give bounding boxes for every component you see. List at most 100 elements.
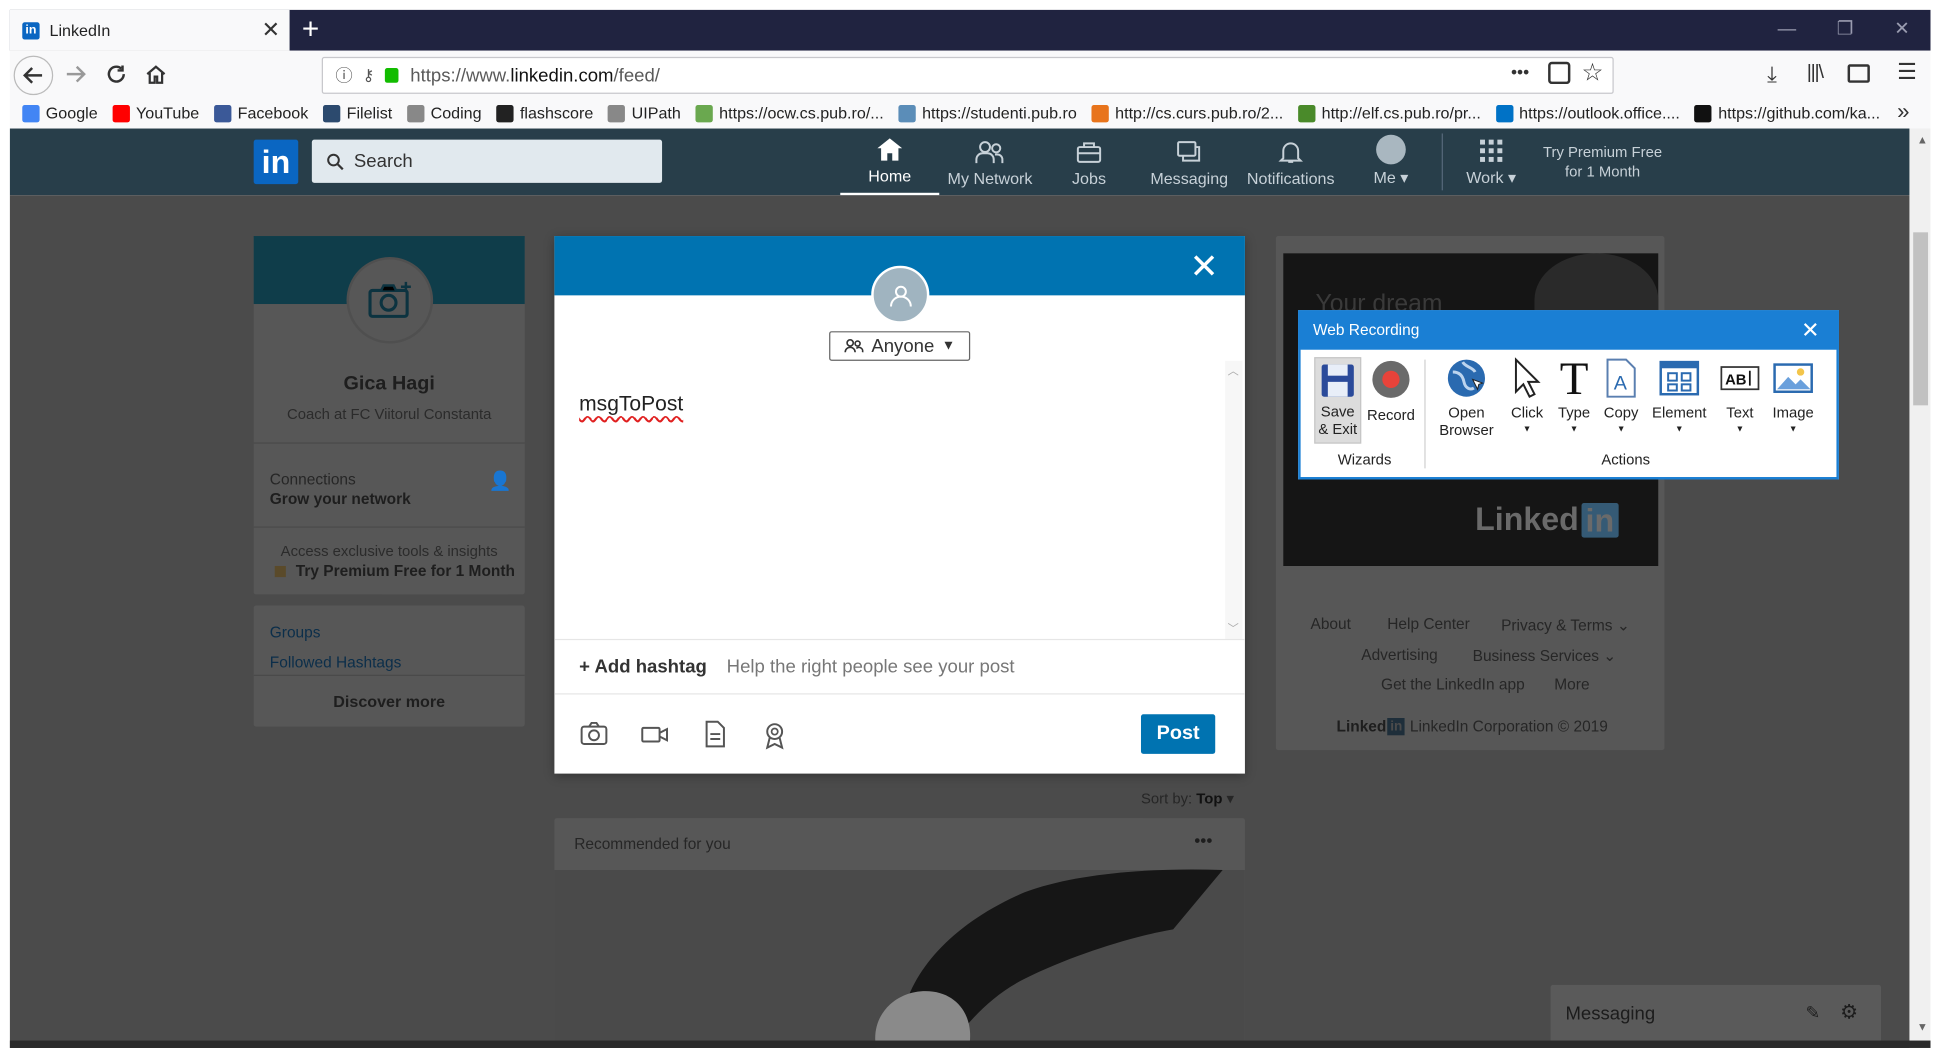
bookmark-item[interactable]: https://outlook.office.... xyxy=(1495,104,1680,122)
bookmark-item[interactable]: Facebook xyxy=(214,104,308,122)
info-icon[interactable]: ⓘ xyxy=(335,63,352,88)
more-options-icon[interactable]: ••• xyxy=(1194,830,1212,850)
bookmark-item[interactable]: Filelist xyxy=(323,104,392,122)
bookmark-favicon-icon xyxy=(1495,104,1513,122)
star-bookmark-icon[interactable]: ☆ xyxy=(1582,57,1604,88)
modal-close-icon[interactable]: ✕ xyxy=(1183,246,1225,288)
camera-icon[interactable] xyxy=(579,720,611,747)
bookmark-item[interactable]: Coding xyxy=(407,104,482,122)
forward-arrow-icon[interactable] xyxy=(56,51,96,98)
profile-name[interactable]: Gica Hagi xyxy=(254,373,525,395)
bookmarks-overflow-icon[interactable]: » xyxy=(1897,99,1909,125)
back-arrow-icon[interactable] xyxy=(13,55,54,96)
footer-more[interactable]: More xyxy=(1554,676,1589,693)
open-browser-button[interactable]: Open Browser xyxy=(1431,357,1503,439)
profile-photo[interactable] xyxy=(346,257,434,344)
premium-trial-link[interactable]: Try Premium Free for 1 Month xyxy=(1535,142,1671,182)
groups-link[interactable]: Groups xyxy=(270,624,321,641)
minimize-icon[interactable]: — xyxy=(1758,10,1815,51)
nav-messaging[interactable]: Messaging xyxy=(1145,129,1234,196)
web-recording-title: Web Recording xyxy=(1312,321,1420,339)
dropdown-caret-icon: ▼ xyxy=(1735,425,1745,434)
footer-about[interactable]: About xyxy=(1311,615,1351,632)
bookmark-item[interactable]: https://github.com/ka... xyxy=(1694,104,1880,122)
svg-text:AB: AB xyxy=(1725,372,1747,388)
element-button[interactable]: Element ▼ xyxy=(1648,357,1710,439)
add-person-icon[interactable]: 👤 xyxy=(489,470,512,492)
footer-advertising[interactable]: Advertising xyxy=(1361,646,1438,663)
avatar xyxy=(1376,134,1406,165)
nav-work[interactable]: Work ▾ xyxy=(1454,129,1528,196)
discover-more-link[interactable]: Discover more xyxy=(254,692,525,711)
copy-button[interactable]: A Copy ▼ xyxy=(1599,357,1644,439)
grid-apps-icon xyxy=(1480,139,1503,162)
url-bar[interactable]: ⓘ ⚷ https://www.linkedin.com/feed/ xyxy=(321,56,1614,94)
nav-me[interactable]: Me ▾ xyxy=(1359,129,1423,196)
composer-scrollbar[interactable] xyxy=(1225,360,1243,639)
footer-brand-in-icon: in xyxy=(1387,717,1405,736)
web-recording-close-icon[interactable]: ✕ xyxy=(1794,314,1826,346)
footer-business[interactable]: Business Services ⌄ xyxy=(1473,646,1617,665)
browser-tab[interactable]: in LinkedIn ✕ xyxy=(9,9,290,51)
visibility-dropdown[interactable]: Anyone ▼ xyxy=(829,331,971,361)
add-hashtag-button[interactable]: + Add hashtag xyxy=(579,656,707,677)
compose-message-icon[interactable]: ✎ xyxy=(1806,1002,1821,1023)
bookmark-item[interactable]: https://ocw.cs.pub.ro/... xyxy=(695,104,884,122)
bookmark-item[interactable]: http://cs.curs.pub.ro/2... xyxy=(1091,104,1283,122)
page-actions-icon[interactable]: ••• xyxy=(1511,62,1529,82)
composer-scroll-up-icon[interactable]: ︿ xyxy=(1228,362,1239,378)
bookmark-item[interactable]: YouTube xyxy=(112,104,199,122)
save-exit-button[interactable]: Save & Exit xyxy=(1314,357,1362,444)
linkedin-logo[interactable]: in xyxy=(253,139,299,185)
divider xyxy=(253,674,525,676)
hamburger-menu-icon[interactable]: ☰ xyxy=(1897,59,1917,85)
messaging-bar[interactable]: Messaging xyxy=(1550,984,1881,1042)
home-icon[interactable] xyxy=(136,51,176,98)
page-scrollbar-thumb[interactable] xyxy=(1913,232,1929,406)
video-icon[interactable] xyxy=(640,720,672,747)
post-text-input[interactable]: msgToPost xyxy=(579,392,683,417)
celebrate-award-icon[interactable] xyxy=(760,720,792,750)
footer-help[interactable]: Help Center xyxy=(1387,615,1470,632)
type-button[interactable]: T Type ▼ xyxy=(1552,356,1597,439)
pocket-icon[interactable] xyxy=(1548,61,1571,85)
reload-icon[interactable] xyxy=(97,51,137,98)
scroll-up-icon[interactable]: ▲ xyxy=(1917,133,1928,145)
new-tab-button[interactable]: + xyxy=(292,10,329,51)
post-button[interactable]: Post xyxy=(1140,714,1216,754)
nav-my-network[interactable]: My Network xyxy=(940,129,1039,196)
nav-jobs[interactable]: Jobs xyxy=(1052,129,1126,196)
bookmark-item[interactable]: https://studenti.pub.ro xyxy=(898,104,1077,122)
bookmarks-bar: Google YouTube Facebook Filelist Coding flash… xyxy=(9,97,1931,129)
record-button[interactable]: Record xyxy=(1366,357,1416,424)
connections-label[interactable]: Connections xyxy=(270,471,356,488)
messaging-settings-icon[interactable]: ⚙ xyxy=(1840,1000,1858,1025)
document-icon[interactable] xyxy=(700,720,732,748)
scroll-down-icon[interactable]: ▼ xyxy=(1917,1021,1928,1033)
sort-by[interactable]: Sort by: Top ▾ xyxy=(1141,790,1234,807)
nav-notifications[interactable]: Notifications xyxy=(1241,129,1340,196)
sidebar-toggle-icon[interactable] xyxy=(1847,64,1870,83)
text-button[interactable]: AB Text ▼ xyxy=(1715,357,1765,439)
search-input[interactable]: Search xyxy=(311,139,663,183)
bookmark-item[interactable]: http://elf.cs.pub.ro/pr... xyxy=(1298,104,1481,122)
restore-icon[interactable]: ❐ xyxy=(1817,10,1874,51)
connections-sub[interactable]: Grow your network xyxy=(270,491,411,508)
download-icon[interactable]: ⤓ xyxy=(1767,62,1777,88)
bookmark-item[interactable]: flashscore xyxy=(496,104,593,122)
click-button[interactable]: Click ▼ xyxy=(1505,357,1550,439)
nav-home[interactable]: Home xyxy=(840,129,940,196)
bookmark-item[interactable]: UIPath xyxy=(608,104,681,122)
followed-hashtags-link[interactable]: Followed Hashtags xyxy=(270,654,402,671)
image-button[interactable]: Image ▼ xyxy=(1767,357,1819,439)
composer-scroll-down-icon[interactable]: ﹀ xyxy=(1228,620,1239,636)
bookmark-item[interactable]: Google xyxy=(22,104,98,122)
tab-close-icon[interactable]: ✕ xyxy=(252,17,289,43)
premium-cta[interactable]: Try Premium Free for 1 Month xyxy=(274,562,515,580)
library-icon[interactable]: |||\ xyxy=(1807,62,1824,84)
window-close-icon[interactable]: ✕ xyxy=(1874,10,1931,51)
footer-privacy[interactable]: Privacy & Terms ⌄ xyxy=(1501,615,1630,634)
footer-app[interactable]: Get the LinkedIn app xyxy=(1381,676,1525,693)
url-domain: linkedin.com xyxy=(510,64,614,86)
caret-down-icon: ▼ xyxy=(941,338,956,354)
